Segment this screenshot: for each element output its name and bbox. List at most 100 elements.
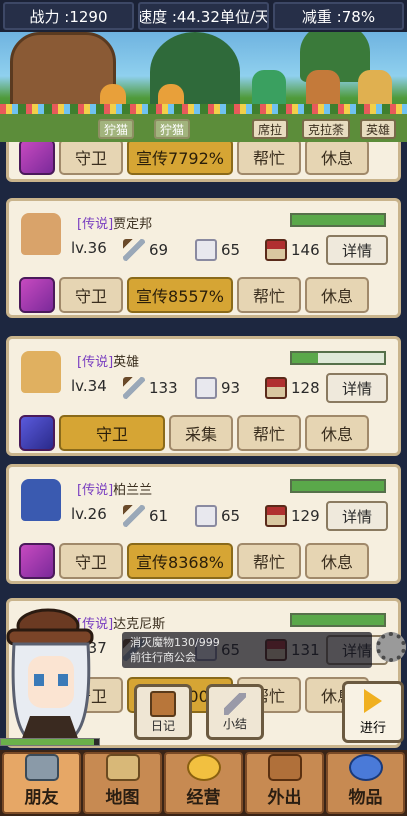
help-button[interactable]: 帮忙 [237, 142, 301, 175]
flower-bed [0, 104, 407, 114]
quill-icon [224, 692, 246, 715]
hp-fill [292, 615, 384, 625]
caravan-scene: 狞猫 狞猫 席拉 克拉荼 英雄 [0, 32, 407, 142]
hero-name: [传说]贾定邦 [77, 217, 153, 232]
hero-avatar[interactable] [21, 213, 61, 255]
proceed-button[interactable]: 进行 [342, 681, 404, 743]
tab-items[interactable]: 物品 [326, 752, 405, 814]
intel-stat: 65 [195, 505, 240, 527]
hero-avatar[interactable] [21, 351, 61, 393]
intel-stat: 93 [195, 377, 240, 399]
hero-name: [传说]柏兰兰 [77, 483, 153, 498]
tab-map[interactable]: 地图 [83, 752, 162, 814]
map-icon [105, 754, 140, 781]
party-tag[interactable]: 狞猫 [98, 119, 135, 139]
home-stat: 146 [265, 239, 320, 261]
signpost-icon [267, 754, 302, 781]
power-stat: 战力 :1290 [3, 2, 134, 30]
level: lv.36 [71, 239, 107, 257]
guard-button[interactable]: 守卫 [59, 415, 165, 451]
bottom-nav: 朋友 地图 经营 外出 物品 [0, 750, 407, 816]
level: lv.26 [71, 505, 107, 523]
level: lv.34 [71, 377, 107, 395]
guard-button[interactable]: 守卫 [59, 277, 123, 313]
details-button[interactable]: 详情 [326, 373, 388, 403]
sword-icon [123, 239, 145, 261]
sword-icon [123, 377, 145, 399]
speed-stat: 速度 :44.32单位/天 [138, 2, 269, 30]
proceed-label: 进行 [359, 720, 386, 736]
tab-manage[interactable]: 经营 [164, 752, 243, 814]
book-icon [195, 239, 217, 261]
house-icon [265, 505, 287, 527]
hp-bar [290, 351, 386, 365]
hero-card: [传说]英雄 lv.34 133 93 128 详情 守卫 采集 帮忙 休息 [6, 336, 401, 456]
tab-outing[interactable]: 外出 [245, 752, 324, 814]
hp-bar [290, 613, 386, 627]
guard-button[interactable]: 守卫 [59, 142, 123, 175]
promote-button[interactable]: 宣传8557% [127, 277, 233, 313]
coins-icon [186, 754, 221, 781]
summary-button[interactable]: 小结 [206, 684, 264, 740]
party-tag[interactable]: 席拉 [252, 119, 289, 139]
stats-bar: 战力 :1290 速度 :44.32单位/天 减重 :78% [0, 0, 407, 32]
rest-button[interactable]: 休息 [305, 142, 369, 175]
house-icon [265, 239, 287, 261]
diary-label: 日记 [150, 718, 175, 733]
sword-icon [123, 505, 145, 527]
details-button[interactable]: 详情 [326, 501, 388, 531]
shield-icon [24, 754, 59, 781]
hero-card: [传说]贾定邦 lv.36 69 65 146 详情 守卫 宣传8557% 帮忙… [6, 198, 401, 318]
attack-stat: 61 [123, 505, 168, 527]
hp-bar [290, 213, 386, 227]
advisor-character [6, 608, 94, 744]
hero-card: [传说]柏兰兰 lv.26 61 65 129 详情 守卫 宣传8368% 帮忙… [6, 464, 401, 584]
hp-fill [292, 353, 318, 363]
skill-icon[interactable] [19, 415, 55, 451]
party-tag[interactable]: 英雄 [360, 119, 397, 139]
house-icon [265, 377, 287, 399]
gather-button[interactable]: 采集 [169, 415, 233, 451]
attack-stat: 133 [123, 377, 178, 399]
skill-icon[interactable] [19, 543, 55, 579]
home-stat: 129 [265, 505, 320, 527]
rest-button[interactable]: 休息 [305, 543, 369, 579]
diary-button[interactable]: 日记 [134, 684, 192, 740]
progress-fill [1, 739, 95, 745]
play-arrow-icon [364, 688, 382, 713]
hp-fill [292, 215, 384, 225]
hero-avatar[interactable] [21, 479, 61, 521]
book-icon [195, 377, 217, 399]
skill-icon[interactable] [19, 277, 55, 313]
book-icon [195, 505, 217, 527]
hero-card: 守卫 宣传7792% 帮忙 休息 [6, 142, 401, 182]
promote-button[interactable]: 宣传8368% [127, 543, 233, 579]
home-stat: 128 [265, 377, 320, 399]
skill-icon[interactable] [19, 142, 55, 175]
rest-button[interactable]: 休息 [305, 415, 369, 451]
settings-gear-icon[interactable] [376, 632, 406, 662]
potion-icon [348, 754, 383, 781]
progress-bar [0, 738, 100, 746]
intel-stat: 65 [195, 239, 240, 261]
rest-button[interactable]: 休息 [305, 277, 369, 313]
hero-name: [传说]英雄 [77, 355, 140, 370]
action-row: 守卫 宣传8368% 帮忙 休息 [19, 543, 388, 581]
promote-button[interactable]: 宣传7792% [127, 142, 233, 175]
tab-friends[interactable]: 朋友 [2, 752, 81, 814]
action-row: 守卫 宣传7792% 帮忙 休息 [19, 142, 388, 177]
attack-stat: 69 [123, 239, 168, 261]
party-tag[interactable]: 克拉荼 [302, 119, 351, 139]
help-button[interactable]: 帮忙 [237, 277, 301, 313]
help-button[interactable]: 帮忙 [237, 415, 301, 451]
guard-button[interactable]: 守卫 [59, 543, 123, 579]
party-tag[interactable]: 狞猫 [154, 119, 191, 139]
action-row: 守卫 宣传8557% 帮忙 休息 [19, 277, 388, 315]
quest-line-2: 前往行商公会 [130, 651, 196, 664]
hp-fill [292, 481, 384, 491]
details-button[interactable]: 详情 [326, 235, 388, 265]
quest-line-1: 消灭魔物130/999 [130, 636, 220, 649]
help-button[interactable]: 帮忙 [237, 543, 301, 579]
diary-icon [150, 690, 176, 717]
quest-hint[interactable]: 消灭魔物130/999 前往行商公会 [122, 632, 372, 668]
